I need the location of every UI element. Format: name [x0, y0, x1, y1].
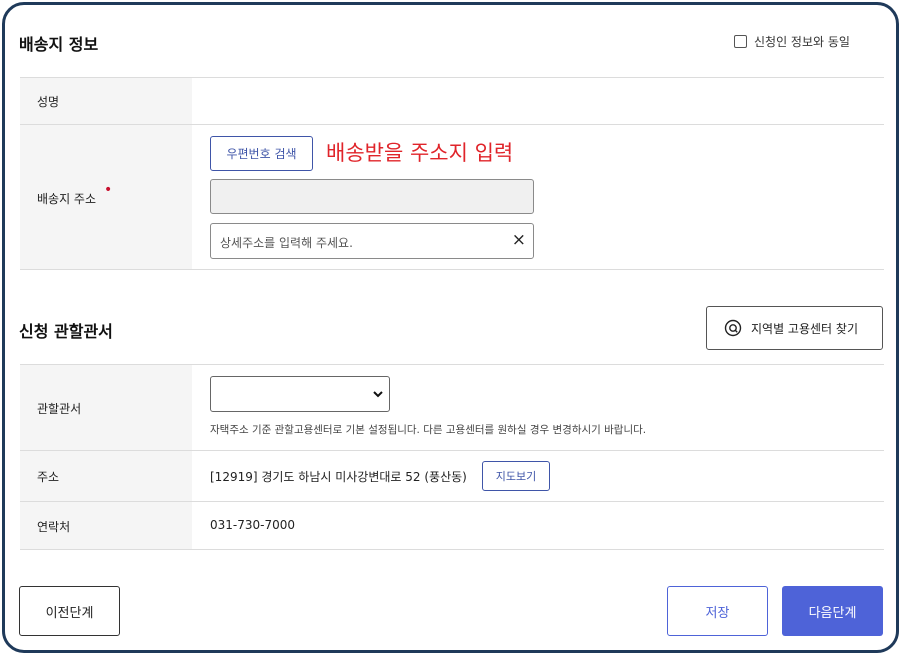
divider — [20, 269, 884, 270]
office-label: 관할관서 — [37, 402, 82, 416]
detail-address-input[interactable]: 상세주소를 입력해 주세요. × — [210, 223, 534, 259]
address-input-annotation: 배송받을 주소지 입력 — [326, 141, 514, 165]
clear-icon[interactable]: × — [512, 230, 526, 250]
required-mark: • — [104, 182, 113, 198]
find-center-label: 지역별 고용센터 찾기 — [751, 321, 858, 336]
phone-label: 연락처 — [37, 520, 71, 534]
address-label-text: 배송지 주소 — [37, 192, 97, 206]
chevron-down-icon — [373, 391, 383, 398]
base-address-field — [210, 179, 534, 214]
address-label: 배송지 주소 — [37, 190, 96, 207]
detail-address-placeholder: 상세주소를 입력해 주세요. — [220, 236, 353, 250]
shipping-section-title: 배송지 정보 — [19, 35, 99, 54]
name-label: 성명 — [37, 95, 60, 109]
same-as-applicant-checkbox[interactable] — [734, 35, 747, 48]
office-select[interactable] — [210, 376, 390, 412]
find-center-button[interactable]: 지역별 고용센터 찾기 — [706, 306, 883, 350]
same-as-applicant-label: 신청인 정보와 동일 — [754, 35, 850, 49]
postcode-search-button[interactable]: 우편번호 검색 — [210, 136, 313, 171]
prev-step-button[interactable]: 이전단계 — [19, 586, 120, 636]
map-view-button[interactable]: 지도보기 — [482, 461, 550, 491]
office-section-title: 신청 관할관서 — [19, 322, 113, 341]
divider — [20, 549, 884, 550]
office-address-value: [12919] 경기도 하남시 미사강변대로 52 (풍산동) — [210, 470, 467, 484]
same-as-applicant-option[interactable]: 신청인 정보와 동일 — [734, 33, 850, 50]
save-button[interactable]: 저장 — [667, 586, 768, 636]
main-panel: 배송지 정보 신청인 정보와 동일 성명 배송지 주소 • 우편번호 검색 배송… — [2, 2, 899, 653]
search-icon — [724, 319, 742, 337]
next-step-button[interactable]: 다음단계 — [782, 586, 883, 636]
office-note: 자택주소 기준 관할고용센터로 기본 설정됩니다. 다른 고용센터를 원하실 경… — [210, 424, 647, 436]
phone-value: 031-730-7000 — [210, 518, 296, 532]
office-address-label: 주소 — [37, 470, 60, 484]
